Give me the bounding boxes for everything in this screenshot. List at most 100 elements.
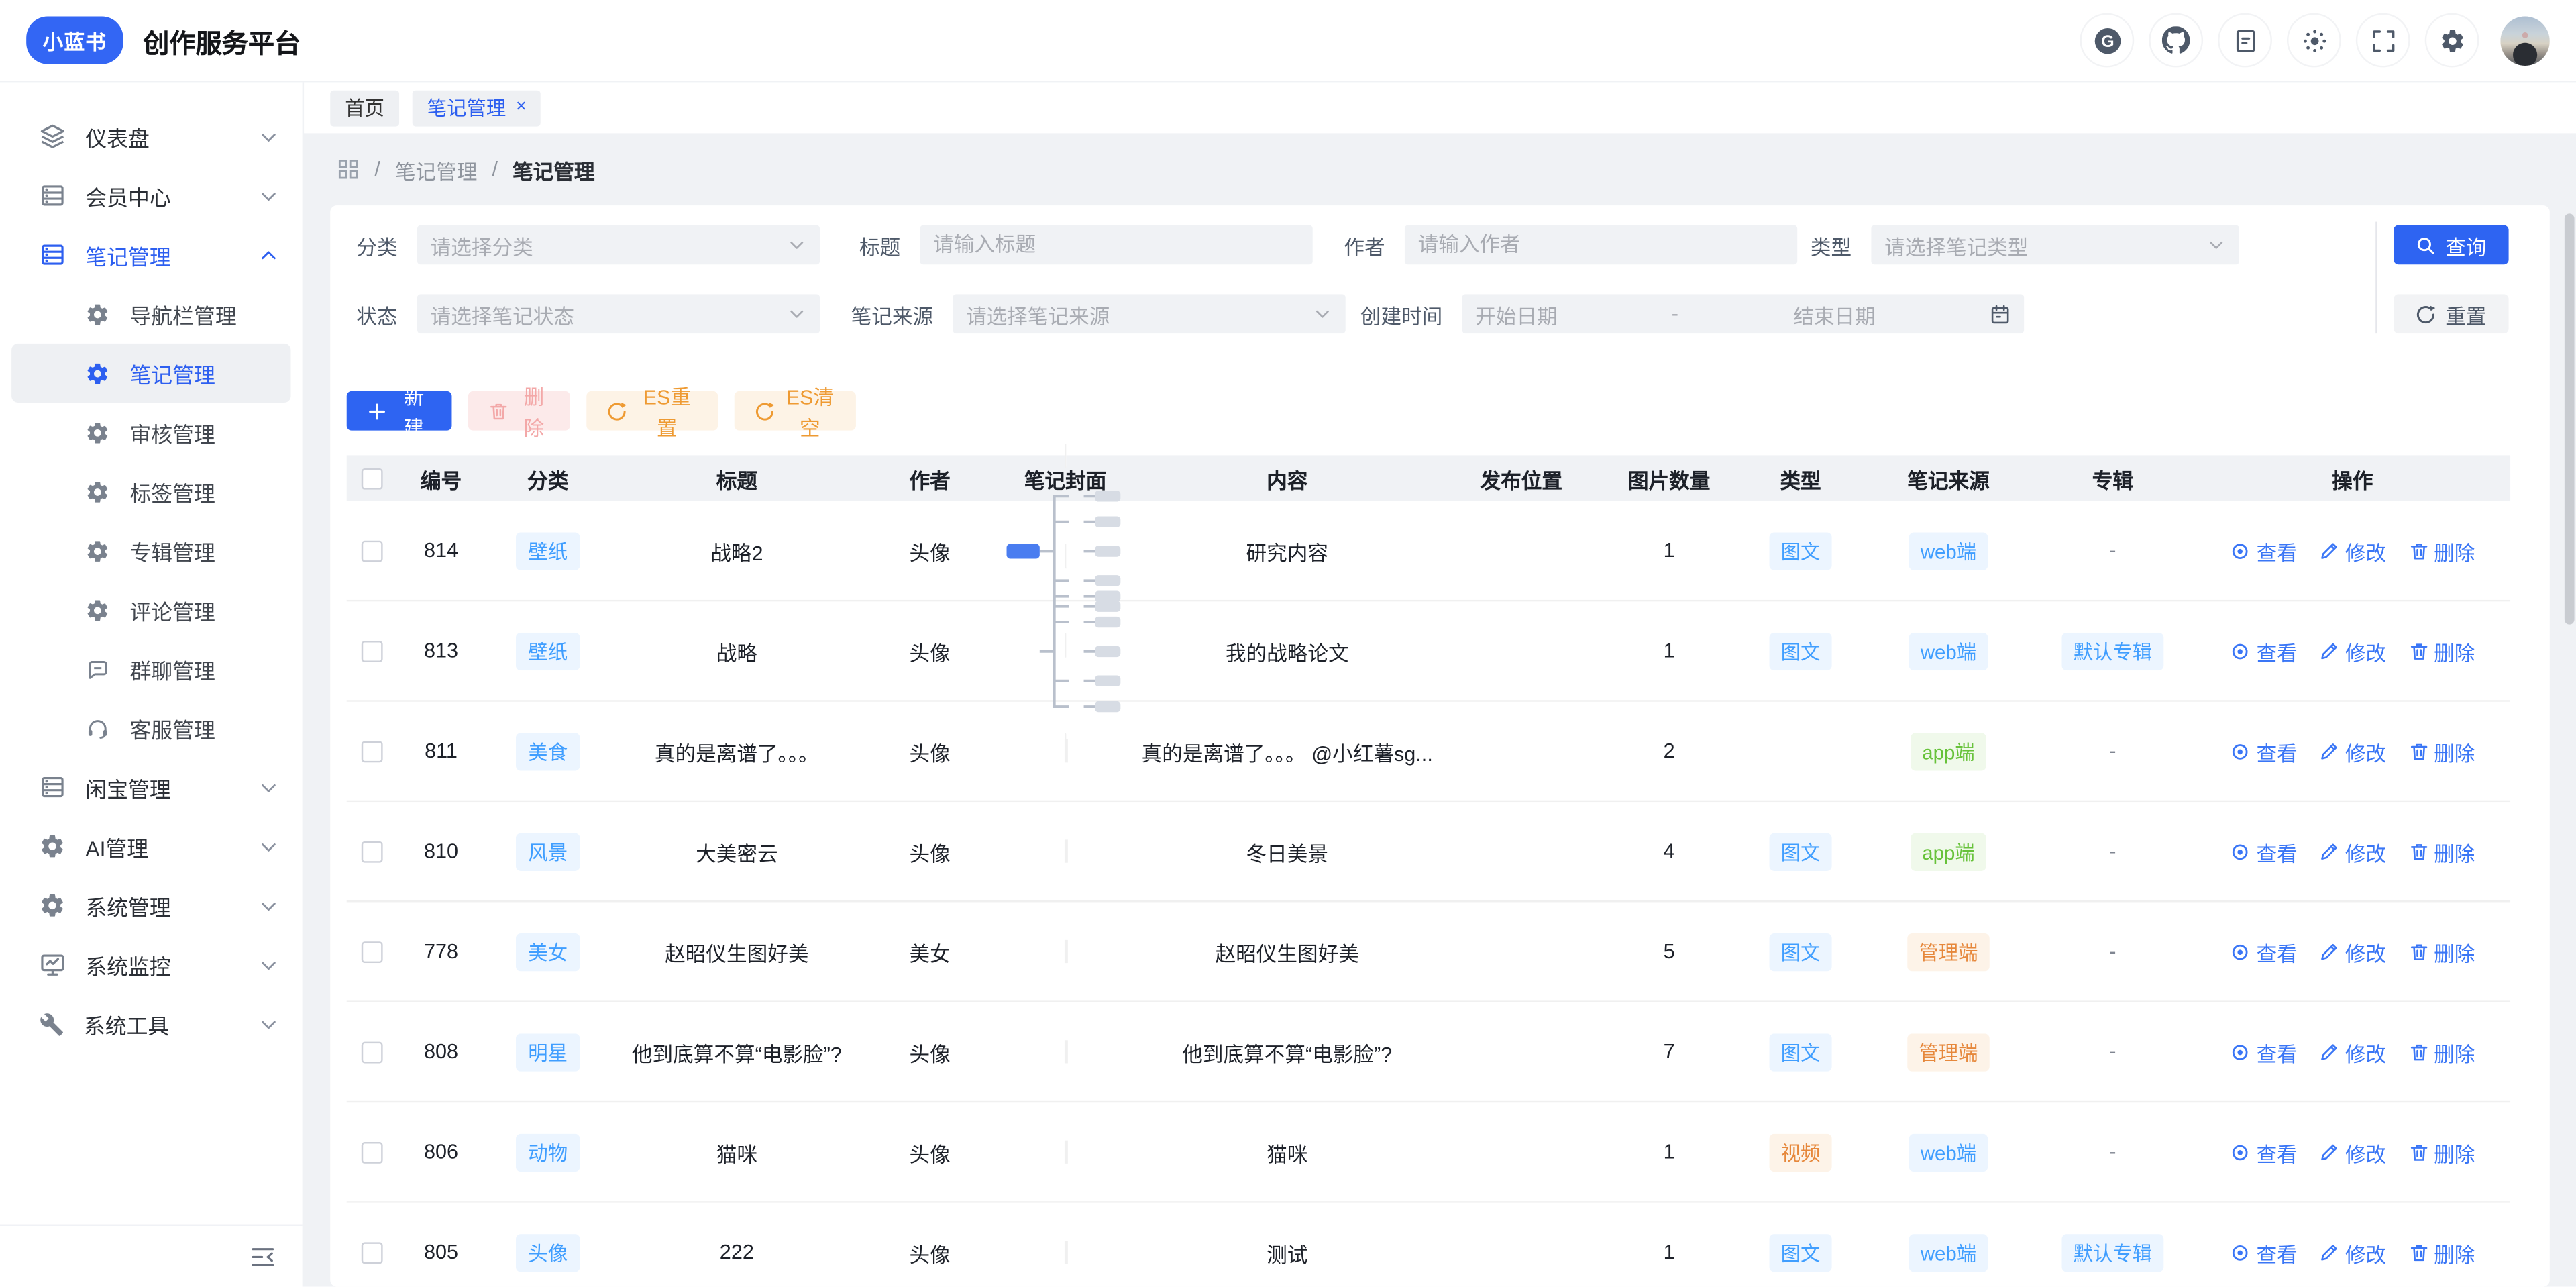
landscape-photo-thumbnail[interactable] (1064, 839, 1067, 862)
es-clear-button[interactable]: ES清空 (735, 391, 856, 431)
sidebar-item-ai-management[interactable]: AI管理 (0, 817, 303, 876)
delete-link[interactable]: 删除 (2408, 936, 2475, 968)
delete-link[interactable]: 删除 (2408, 1136, 2475, 1168)
title-input[interactable] (920, 225, 1313, 265)
mindmap-thumbnail[interactable] (996, 544, 1135, 759)
edit-link[interactable]: 修改 (2319, 1136, 2386, 1168)
delete-button[interactable]: 删除 (468, 391, 570, 431)
top-header: 小蓝书 创作服务平台 (0, 0, 2576, 82)
delete-link[interactable]: 删除 (2408, 635, 2475, 667)
view-link[interactable]: 查看 (2230, 635, 2297, 667)
sidebar-item-album-management[interactable]: 专辑管理 (11, 521, 290, 580)
tab-note-management[interactable]: 笔记管理 × (413, 89, 541, 125)
cat-photo-thumbnail[interactable] (1064, 1141, 1067, 1164)
new-button[interactable]: 新建 (347, 391, 452, 431)
gear-icon (85, 597, 110, 622)
room-photo-thumbnail[interactable] (1064, 739, 1067, 762)
gitee-icon[interactable] (2080, 13, 2134, 68)
app-logo[interactable]: 小蓝书 (26, 16, 123, 64)
user-avatar[interactable] (2500, 15, 2549, 64)
sidebar-item-system-management[interactable]: 系统管理 (0, 876, 303, 935)
woman-photo-thumbnail[interactable] (1064, 940, 1067, 963)
pencil-icon (2319, 740, 2341, 762)
collapse-sidebar-icon[interactable] (250, 1243, 276, 1270)
eye-icon (2230, 740, 2251, 762)
row-checkbox[interactable] (361, 641, 382, 662)
grid-icon[interactable] (337, 158, 360, 181)
chevron-down-icon (258, 776, 279, 798)
es-reset-button[interactable]: ES重置 (586, 391, 718, 431)
eye-icon (2230, 1041, 2251, 1062)
search-button[interactable]: 查询 (2394, 225, 2508, 265)
sidebar-item-tag-management[interactable]: 标签管理 (11, 462, 290, 521)
view-link[interactable]: 查看 (2230, 535, 2297, 566)
sidebar-item-groupchat-management[interactable]: 群聊管理 (11, 639, 290, 699)
sidebar-item-note-management-sub[interactable]: 笔记管理 (11, 344, 290, 403)
headset-icon (85, 716, 110, 741)
delete-link[interactable]: 删除 (2408, 735, 2475, 767)
row-checkbox[interactable] (361, 841, 382, 863)
cell-content: 他到底算不算“电影脸”? (1135, 1036, 1439, 1068)
row-checkbox[interactable] (361, 1243, 382, 1264)
settings-icon[interactable] (2425, 13, 2479, 68)
sidebar-item-navbar-management[interactable]: 导航栏管理 (11, 285, 290, 344)
close-icon[interactable]: × (516, 99, 527, 117)
edit-link[interactable]: 修改 (2319, 835, 2386, 867)
edit-link[interactable]: 修改 (2319, 1036, 2386, 1068)
type-select[interactable]: 请选择笔记类型 (1872, 225, 2240, 265)
edit-link[interactable]: 修改 (2319, 535, 2386, 566)
document-icon[interactable] (2218, 13, 2272, 68)
source-select[interactable]: 请选择笔记来源 (953, 294, 1345, 333)
tab-home[interactable]: 首页 (330, 89, 399, 125)
delete-link[interactable]: 删除 (2408, 1036, 2475, 1068)
cell-id: 778 (396, 940, 486, 963)
sidebar-item-review-management[interactable]: 审核管理 (11, 403, 290, 462)
category-badge: 壁纸 (517, 632, 579, 670)
row-checkbox[interactable] (361, 1042, 382, 1064)
theme-icon[interactable] (2287, 13, 2341, 68)
edit-link[interactable]: 修改 (2319, 635, 2386, 667)
sidebar-item-system-tools[interactable]: 系统工具 (0, 994, 303, 1053)
github-icon[interactable] (2149, 13, 2203, 68)
row-checkbox[interactable] (361, 1142, 382, 1164)
edit-link[interactable]: 修改 (2319, 735, 2386, 767)
end-date-placeholder: 结束日期 (1793, 298, 1989, 329)
tab-label: 笔记管理 (427, 94, 506, 122)
col-content: 内容 (1135, 462, 1439, 494)
sidebar-item-xianbao-management[interactable]: 闲宝管理 (0, 758, 303, 817)
edit-link[interactable]: 修改 (2319, 936, 2386, 968)
fullscreen-icon[interactable] (2356, 13, 2410, 68)
row-checkbox[interactable] (361, 941, 382, 963)
row-checkbox[interactable] (361, 541, 382, 562)
sidebar-item-service-management[interactable]: 客服管理 (11, 699, 290, 758)
pencil-icon (2319, 941, 2341, 962)
park-photo-thumbnail[interactable] (1064, 1241, 1067, 1264)
cell-content: 赵昭仪生图好美 (1135, 936, 1439, 968)
cell-album: - (2031, 1040, 2195, 1063)
view-link[interactable]: 查看 (2230, 835, 2297, 867)
sidebar-item-system-monitor[interactable]: 系统监控 (0, 935, 303, 994)
status-select[interactable]: 请选择笔记状态 (417, 294, 820, 333)
sidebar-item-note-management[interactable]: 笔记管理 (0, 225, 303, 285)
row-checkbox[interactable] (361, 741, 382, 763)
reset-button[interactable]: 重置 (2394, 294, 2508, 333)
view-link[interactable]: 查看 (2230, 1136, 2297, 1168)
sidebar-item-dashboard[interactable]: 仪表盘 (0, 107, 303, 166)
view-link[interactable]: 查看 (2230, 735, 2297, 767)
breadcrumb-parent[interactable]: 笔记管理 (395, 154, 477, 185)
view-link[interactable]: 查看 (2230, 1036, 2297, 1068)
sidebar-item-comment-management[interactable]: 评论管理 (11, 580, 290, 639)
view-link[interactable]: 查看 (2230, 1237, 2297, 1268)
portrait-photo-thumbnail[interactable] (1064, 1040, 1067, 1063)
date-range-picker[interactable]: 开始日期 - 结束日期 (1462, 294, 2025, 333)
sidebar-item-member-center[interactable]: 会员中心 (0, 166, 303, 225)
delete-link[interactable]: 删除 (2408, 835, 2475, 867)
delete-link[interactable]: 删除 (2408, 1237, 2475, 1268)
view-link[interactable]: 查看 (2230, 936, 2297, 968)
edit-link[interactable]: 修改 (2319, 1237, 2386, 1268)
category-select[interactable]: 请选择分类 (417, 225, 820, 265)
select-all-checkbox[interactable] (361, 468, 382, 490)
delete-link[interactable]: 删除 (2408, 535, 2475, 566)
author-input[interactable] (1405, 225, 1797, 265)
scrollbar-thumb[interactable] (2565, 213, 2575, 624)
